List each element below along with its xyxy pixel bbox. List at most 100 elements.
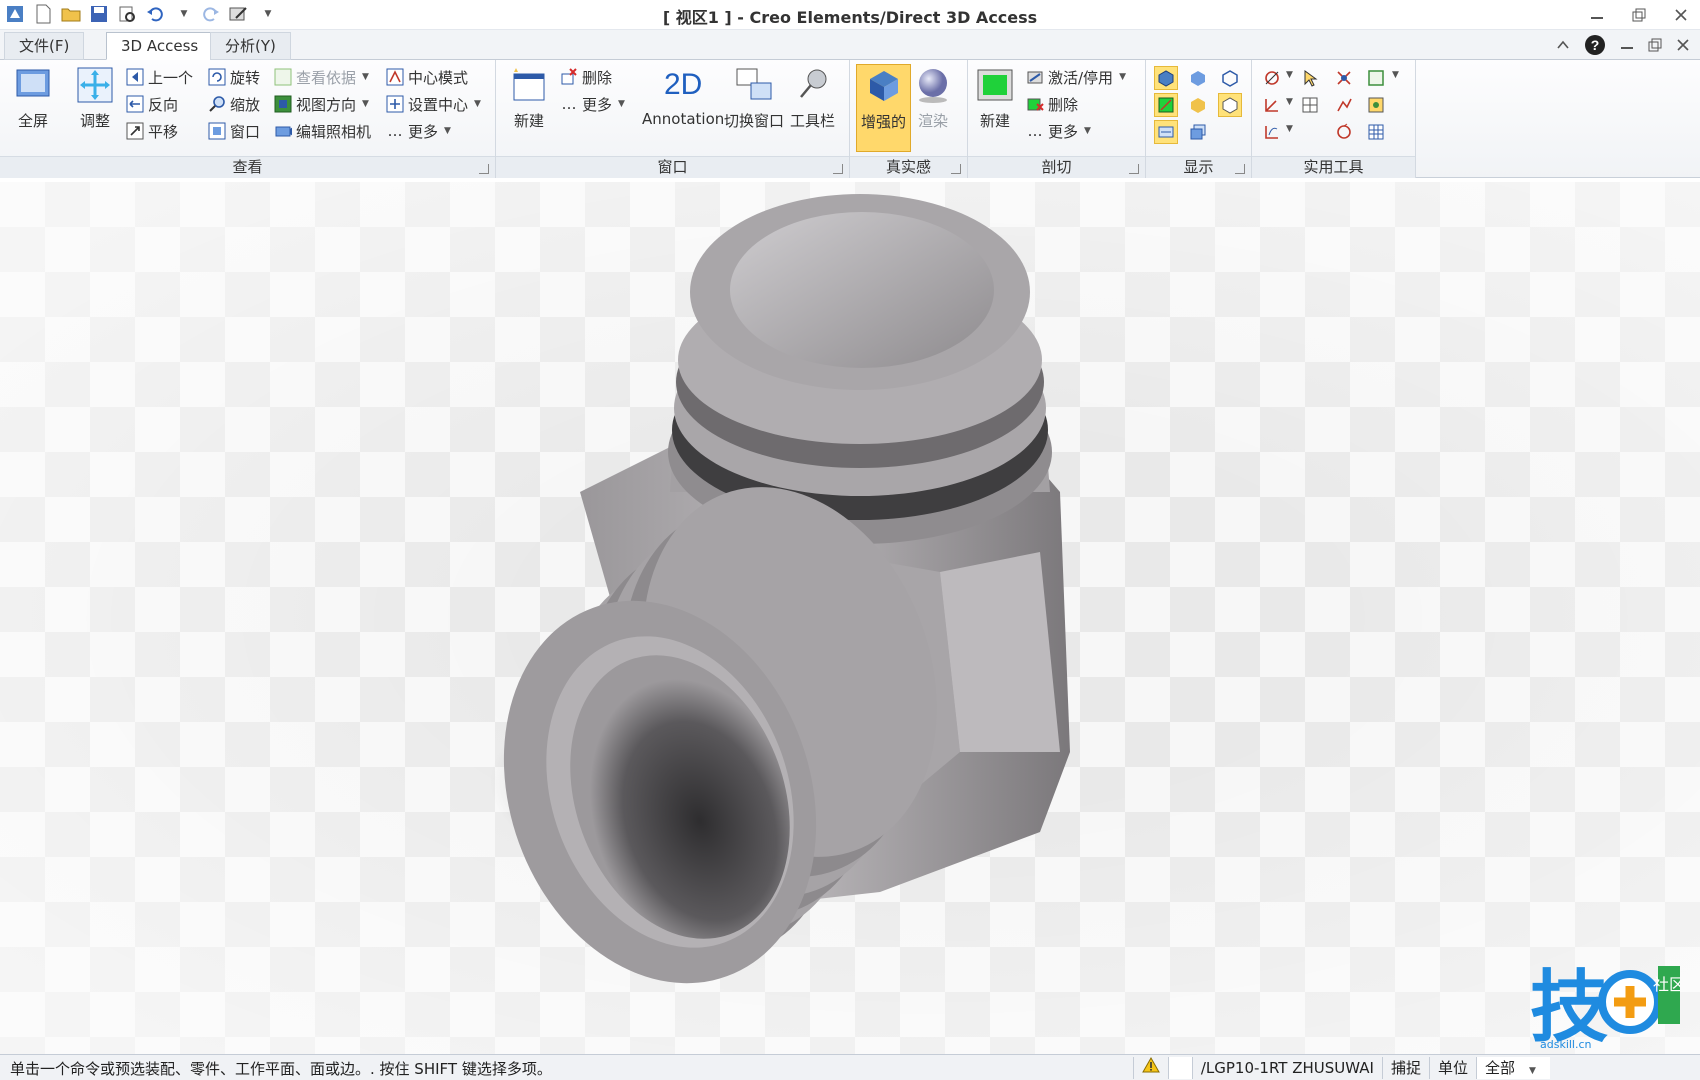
filter-value: 全部 [1485, 1059, 1516, 1077]
minimize-ribbon-icon[interactable] [1556, 38, 1570, 56]
center-mode-button[interactable]: 中心模式 [386, 66, 468, 88]
realism-group-launcher-icon[interactable] [951, 164, 961, 174]
enhanced-icon [865, 67, 903, 105]
section-group-launcher-icon[interactable] [1129, 164, 1139, 174]
view-direction-button[interactable]: 视图方向 ▼ [274, 93, 369, 115]
measure-icon[interactable] [1260, 66, 1284, 90]
box-display-icon[interactable] [1218, 93, 1242, 117]
view-by-icon [274, 68, 292, 86]
warning-icon[interactable] [1132, 1056, 1168, 1079]
set-center-button[interactable]: 设置中心 ▼ [386, 93, 481, 115]
delete-window-button[interactable]: 删除 [560, 66, 612, 88]
pan-icon [126, 122, 144, 140]
previous-view-button[interactable]: 上一个 [126, 66, 193, 88]
filter-select[interactable]: 全部 ▼ [1476, 1057, 1550, 1079]
title-bar: ▼ ▼ [ 视区1 ] - Creo Elements/Direct 3D Ac… [0, 0, 1700, 30]
tab-analysis[interactable]: 分析(Y) [210, 32, 291, 60]
curve-icon[interactable] [1260, 120, 1284, 144]
3d-viewport[interactable]: 技 社区 adskill.cn [0, 182, 1700, 1054]
refresh-icon[interactable] [1332, 120, 1356, 144]
curve-dropdown-icon[interactable]: ▼ [1286, 124, 1293, 134]
doc-close-icon[interactable] [1676, 38, 1690, 56]
tab-3d-access[interactable]: 3D Access [106, 32, 214, 60]
svg-text:社区: 社区 [1653, 975, 1680, 994]
utility-group-label: 实用工具 [1252, 156, 1415, 178]
grid-select-icon[interactable] [1298, 93, 1322, 117]
edge-display-icon[interactable] [1154, 93, 1178, 117]
snapshot-icon[interactable] [1364, 93, 1388, 117]
help-icon[interactable]: ? [1584, 34, 1606, 60]
new-window-button[interactable]: 新建 [510, 66, 548, 131]
set-center-icon [386, 95, 404, 113]
window-more-button[interactable]: … 更多 ▼ [560, 93, 625, 115]
axis-dropdown-icon[interactable]: ▼ [1286, 97, 1293, 107]
measure-dropdown-icon[interactable]: ▼ [1286, 70, 1293, 80]
annotation-button[interactable]: 2D Annotation [642, 66, 724, 128]
reverse-button[interactable]: 反向 [126, 93, 178, 115]
display-group-launcher-icon[interactable] [1235, 164, 1245, 174]
layer-display-icon[interactable] [1186, 120, 1210, 144]
snap-button[interactable]: 捕捉 [1381, 1057, 1429, 1079]
ribbon-tabs: 文件(F) 3D Access 分析(Y) ? [0, 30, 1700, 60]
new-section-label: 新建 [979, 112, 1010, 130]
shaded-display-icon[interactable] [1154, 66, 1178, 90]
restore-icon[interactable] [1628, 4, 1650, 26]
axis-icon[interactable] [1260, 93, 1284, 117]
section-more-button[interactable]: … 更多 ▼ [1026, 120, 1091, 142]
more-dots-icon: … [1027, 122, 1043, 140]
select-icon[interactable] [1298, 66, 1322, 90]
close-icon[interactable] [1670, 4, 1692, 26]
view-more-button[interactable]: … 更多 ▼ [386, 120, 451, 142]
toolbar-label: 工具栏 [790, 112, 836, 130]
rotate-button[interactable]: 旋转 [208, 66, 260, 88]
doc-minimize-icon[interactable] [1620, 38, 1634, 56]
previous-icon [126, 68, 144, 86]
edit-camera-button[interactable]: 编辑照相机 [274, 120, 371, 142]
window-zoom-button[interactable]: 窗口 [208, 120, 260, 142]
dimension-display-icon[interactable] [1154, 120, 1178, 144]
face-display-icon[interactable] [1186, 93, 1210, 117]
window-group: 新建 删除 … 更多 ▼ 2D Annotation 切换窗口 工具栏 窗口 [496, 60, 850, 178]
wire-display-icon[interactable] [1218, 66, 1242, 90]
view-by-button[interactable]: 查看依据 ▼ [274, 66, 369, 88]
fullscreen-button[interactable]: 全屏 [14, 66, 52, 131]
clip-box-icon[interactable] [1364, 66, 1388, 90]
render-button[interactable]: 渲染 [914, 66, 952, 131]
clip-box-dropdown-icon[interactable]: ▼ [1392, 70, 1399, 80]
adjust-button[interactable]: 调整 [76, 66, 114, 131]
minimize-icon[interactable] [1586, 4, 1608, 26]
activate-section-button[interactable]: 激活/停用 ▼ [1026, 66, 1126, 88]
adjust-label: 调整 [79, 112, 110, 130]
view-more-label: 更多 [408, 122, 439, 141]
delete-section-button[interactable]: 删除 [1026, 93, 1078, 115]
pan-button[interactable]: 平移 [126, 120, 178, 142]
enhanced-label: 增强的 [861, 113, 907, 131]
explode-icon[interactable] [1332, 66, 1356, 90]
new-section-button[interactable]: 新建 [976, 66, 1014, 131]
window-group-launcher-icon[interactable] [833, 164, 843, 174]
enhanced-button[interactable]: 增强的 [856, 64, 912, 152]
activate-section-label: 激活/停用 [1048, 68, 1114, 87]
elbow-fitting-model[interactable] [440, 192, 1220, 1052]
delete-section-icon [1026, 95, 1044, 113]
solid-display-icon[interactable] [1186, 66, 1210, 90]
delete-window-icon [560, 68, 578, 86]
report-icon[interactable] [1332, 93, 1356, 117]
section-group-label: 剖切 [968, 156, 1145, 178]
view-group-launcher-icon[interactable] [479, 164, 489, 174]
window-zoom-label: 窗口 [230, 122, 261, 141]
zoom-icon [208, 95, 226, 113]
doc-restore-icon[interactable] [1648, 38, 1662, 56]
svg-text:技: 技 [1530, 963, 1608, 1050]
zoom-label: 缩放 [230, 95, 261, 114]
watermark-logo: 技 社区 adskill.cn [1530, 950, 1685, 1053]
switch-window-label: 切换窗口 [724, 112, 785, 130]
current-path[interactable]: /LGP10-1RT ZHUSUWAI [1191, 1057, 1382, 1079]
annotation-label: Annotation [642, 110, 725, 128]
toolbar-button[interactable]: 工具栏 [790, 66, 835, 131]
tab-file[interactable]: 文件(F) [4, 32, 85, 60]
unit-button[interactable]: 单位 [1428, 1057, 1476, 1079]
zoom-button[interactable]: 缩放 [208, 93, 260, 115]
switch-window-button[interactable]: 切换窗口 [724, 66, 784, 131]
table-icon[interactable] [1364, 120, 1388, 144]
